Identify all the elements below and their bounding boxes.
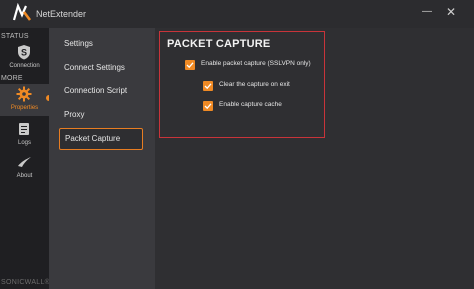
enable-packet-capture-checkbox[interactable] <box>185 60 195 70</box>
settings-menu: Settings Connect Settings Connection Scr… <box>49 28 155 289</box>
title-bar: NetExtender — ✕ <box>0 0 474 28</box>
svg-text:S: S <box>21 48 27 58</box>
capture-cache-checkbox[interactable] <box>203 101 213 111</box>
menu-item-settings[interactable]: Settings <box>59 33 143 55</box>
sidebar-item-connection[interactable]: S Connection <box>0 42 49 74</box>
checkmark-icon <box>204 103 212 110</box>
netextender-logo-icon <box>12 3 32 21</box>
sidebar-item-about[interactable]: About <box>0 152 49 184</box>
checkbox-label: Enable capture cache <box>219 101 282 108</box>
close-button[interactable]: ✕ <box>444 5 458 19</box>
checkbox-label: Enable packet capture (SSLVPN only) <box>201 60 311 67</box>
checkmark-icon <box>186 62 194 69</box>
menu-item-connection-script[interactable]: Connection Script <box>59 80 143 102</box>
more-section-label: MORE <box>1 75 23 82</box>
menu-item-packet-capture[interactable]: Packet Capture <box>59 128 143 150</box>
logs-icon <box>19 123 29 135</box>
sidebar-item-label: Connection <box>9 63 40 69</box>
sidebar-item-label: Properties <box>10 105 39 111</box>
status-section-label: STATUS <box>1 33 29 40</box>
section-title: PACKET CAPTURE <box>167 38 271 50</box>
gear-icon <box>16 86 32 102</box>
packet-capture-panel: PACKET CAPTURE Enable packet capture (SS… <box>155 28 474 289</box>
menu-item-proxy[interactable]: Proxy <box>59 104 143 126</box>
clear-capture-checkbox[interactable] <box>203 81 213 91</box>
menu-item-connect-settings[interactable]: Connect Settings <box>59 57 143 79</box>
window-title: NetExtender <box>36 9 87 19</box>
minimize-button[interactable]: — <box>420 5 434 19</box>
sidebar-item-label: About <box>16 173 33 179</box>
sidebar-item-label: Logs <box>17 140 31 146</box>
shield-s-icon: S <box>18 45 30 60</box>
sidebar-item-logs[interactable]: Logs <box>0 119 49 151</box>
sidebar: STATUS S Connection MORE Properties Logs… <box>0 28 51 289</box>
sidebar-item-properties[interactable]: Properties <box>0 84 49 116</box>
checkbox-label: Clear the capture on exit <box>219 81 290 88</box>
swoosh-icon <box>18 157 31 167</box>
checkmark-icon <box>204 83 212 90</box>
sonicwall-brand: SONICWALL® <box>1 279 51 286</box>
